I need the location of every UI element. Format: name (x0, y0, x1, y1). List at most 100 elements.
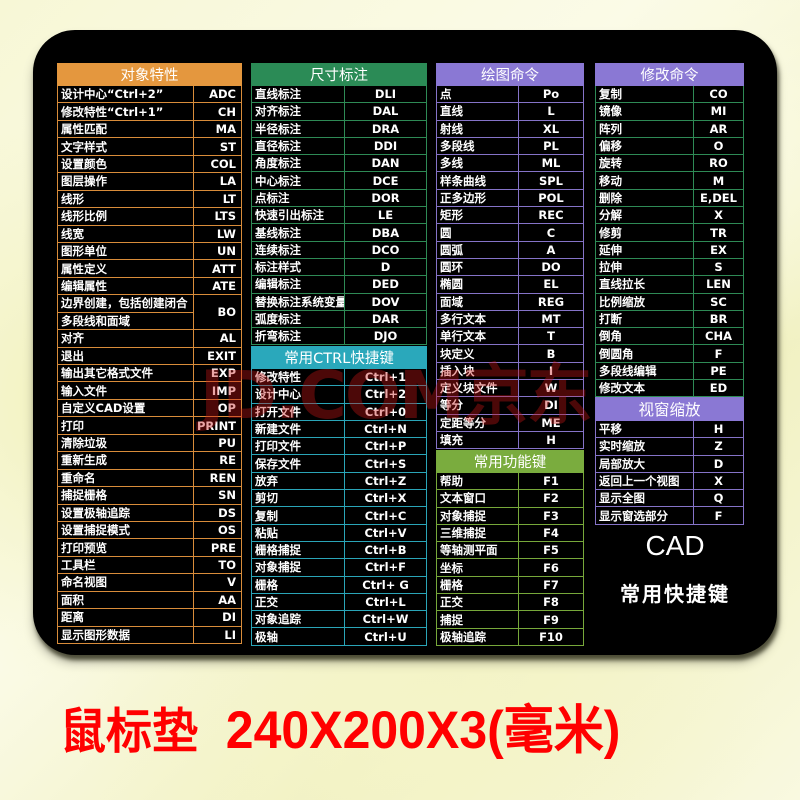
command-name: 定距等分 (436, 413, 519, 432)
command-name: 快速引出标注 (251, 206, 345, 225)
shortcut-key: I (518, 361, 584, 381)
shortcut-key: DO (518, 257, 584, 277)
table-row: 直径标注 DDI (251, 136, 427, 156)
shortcut-key: XL (518, 119, 584, 138)
shortcut-key: AA (193, 590, 242, 610)
command-name: 打印文件 (251, 437, 345, 456)
table-row: 捕捉栅格 SN (57, 486, 242, 505)
shortcut-key: TO (193, 555, 242, 575)
shortcut-key: Ctrl+L (343, 592, 428, 612)
command-name: 局部放大 (595, 454, 694, 473)
command-name: 保存文件 (251, 454, 345, 473)
table-row: 直线拉长 LEN (595, 275, 744, 294)
command-name: 极轴追踪 (436, 627, 519, 646)
command-name: 图层操作 (57, 172, 194, 191)
command-name: 圆环 (436, 257, 519, 277)
shortcut-key: V (193, 573, 242, 592)
shortcut-key: C (518, 223, 584, 242)
shortcut-key: RE (193, 451, 242, 470)
table-row: 重新生成 RE (57, 451, 242, 470)
table-row: 正交 F8 (436, 593, 584, 612)
command-name: 倒角 (595, 327, 694, 346)
command-name: 圆 (436, 223, 519, 242)
command-name: 显示窗选部分 (595, 506, 694, 525)
command-name: 输出其它格式文件 (57, 363, 194, 383)
command-name: 镜像 (595, 102, 694, 121)
command-name: 复制 (595, 84, 694, 104)
shortcut-key: DCE (344, 171, 427, 190)
command-name: 显示图形数据 (57, 625, 194, 645)
shortcut-key: Ctrl+S (343, 454, 428, 473)
command-name: 新建文件 (251, 419, 345, 439)
command-name: 设置颜色 (57, 154, 194, 174)
shortcut-key: DBA (344, 223, 427, 242)
table-row: 插入块 I (436, 361, 584, 381)
table-row: 显示全图 Q (595, 489, 745, 508)
table-row: 移动 M (595, 171, 744, 190)
table-title: 尺寸标注 (251, 63, 427, 86)
command-name: 重新生成 (57, 451, 194, 470)
command-name: 删除 (595, 188, 694, 208)
table-row: 极轴 Ctrl+U (251, 627, 428, 646)
table-row: 多段线编辑 PE (595, 361, 744, 381)
shortcut-key: MA (193, 119, 242, 139)
command-name: 分解 (595, 206, 694, 225)
shortcut-key: DLI (344, 84, 427, 104)
shortcut-key: F7 (518, 575, 584, 595)
command-name: 实时缩放 (595, 437, 694, 456)
command-name: 属性匹配 (57, 119, 194, 139)
table-title: 绘图命令 (436, 63, 584, 86)
table-row: 设置颜色 COL (57, 154, 242, 174)
table-row: 旋转 RO (595, 154, 744, 173)
command-name: 输入文件 (57, 381, 194, 400)
table-row: 快速引出标注 LE (251, 206, 427, 225)
table-row: 角度标注 DAN (251, 154, 427, 173)
table-row: 清除垃圾 PU (57, 433, 242, 453)
table-row: 编辑属性 ATE (57, 276, 242, 296)
table-row: 阵列 AR (595, 119, 744, 138)
shortcut-key: Ctrl+U (343, 627, 428, 646)
shortcut-key: RO (693, 154, 744, 173)
function-keys-table: 常用功能键 帮助 F1 文本窗口 F2 对象捕捉 F3 三维捕捉 F4 等轴测平面 F5 坐标 F6 栅格… (436, 450, 584, 646)
shortcut-key: Ctrl+ G (343, 575, 428, 594)
command-name: 设置捕捉模式 (57, 520, 194, 540)
shortcut-key: AR (693, 119, 744, 138)
command-name: 线宽 (57, 224, 194, 243)
table-row: 圆C (436, 223, 584, 242)
command-name: 多线 (436, 154, 519, 173)
shortcut-key: Ctrl+F (343, 558, 428, 577)
table-row: 输入文件 IMP (57, 381, 242, 400)
shortcut-key: DAN (344, 154, 427, 173)
shortcut-key: ME (518, 413, 584, 432)
table-row: 修剪 TR (595, 223, 744, 242)
command-name: 修改文本 (595, 379, 694, 398)
table-row: 面积 AA (57, 590, 242, 610)
command-name: 平移 (595, 419, 694, 439)
shortcut-key: F1 (518, 471, 584, 491)
table-row: 极轴追踪 F10 (436, 627, 584, 646)
shortcut-key: X (692, 471, 745, 491)
shortcut-key: ED (693, 379, 744, 398)
table-row: 圆弧 A (436, 240, 584, 259)
dimension-table: 尺寸标注 直线标注 DLI 对齐标注 DAL 半径标注 DRA 直径标注 DDI 角度标注 DAN 中… (251, 63, 427, 346)
command-name: 图形单位 (57, 241, 194, 261)
command-name: 打印预览 (57, 538, 194, 557)
product-name: 鼠标垫 (60, 702, 198, 760)
command-name: 阵列 (595, 119, 694, 138)
command-name: 设计中心 (251, 385, 345, 404)
table-row: 连续标注 DCO (251, 240, 427, 259)
table-row: 镜像 MI (595, 102, 744, 121)
table-row: 显示图形数据 LI (57, 625, 242, 645)
table-row: 等轴测平面 F5 (436, 541, 584, 560)
command-name: 正交 (251, 592, 345, 612)
command-name: 直线标注 (251, 84, 345, 104)
shortcut-key: EXIT (193, 346, 242, 366)
table-title: 修改命令 (595, 63, 744, 86)
table-row: 正交 Ctrl+L (251, 592, 428, 612)
brand-subtitle: 常用快捷键 (620, 582, 730, 606)
shortcut-key: OP (193, 398, 242, 418)
table-row: 打开文件 Ctrl+0 (251, 402, 428, 421)
shortcut-key: PL (518, 136, 584, 156)
table-row: 射线 XL (436, 119, 584, 138)
table-row: 半径标注 DRA (251, 119, 427, 138)
